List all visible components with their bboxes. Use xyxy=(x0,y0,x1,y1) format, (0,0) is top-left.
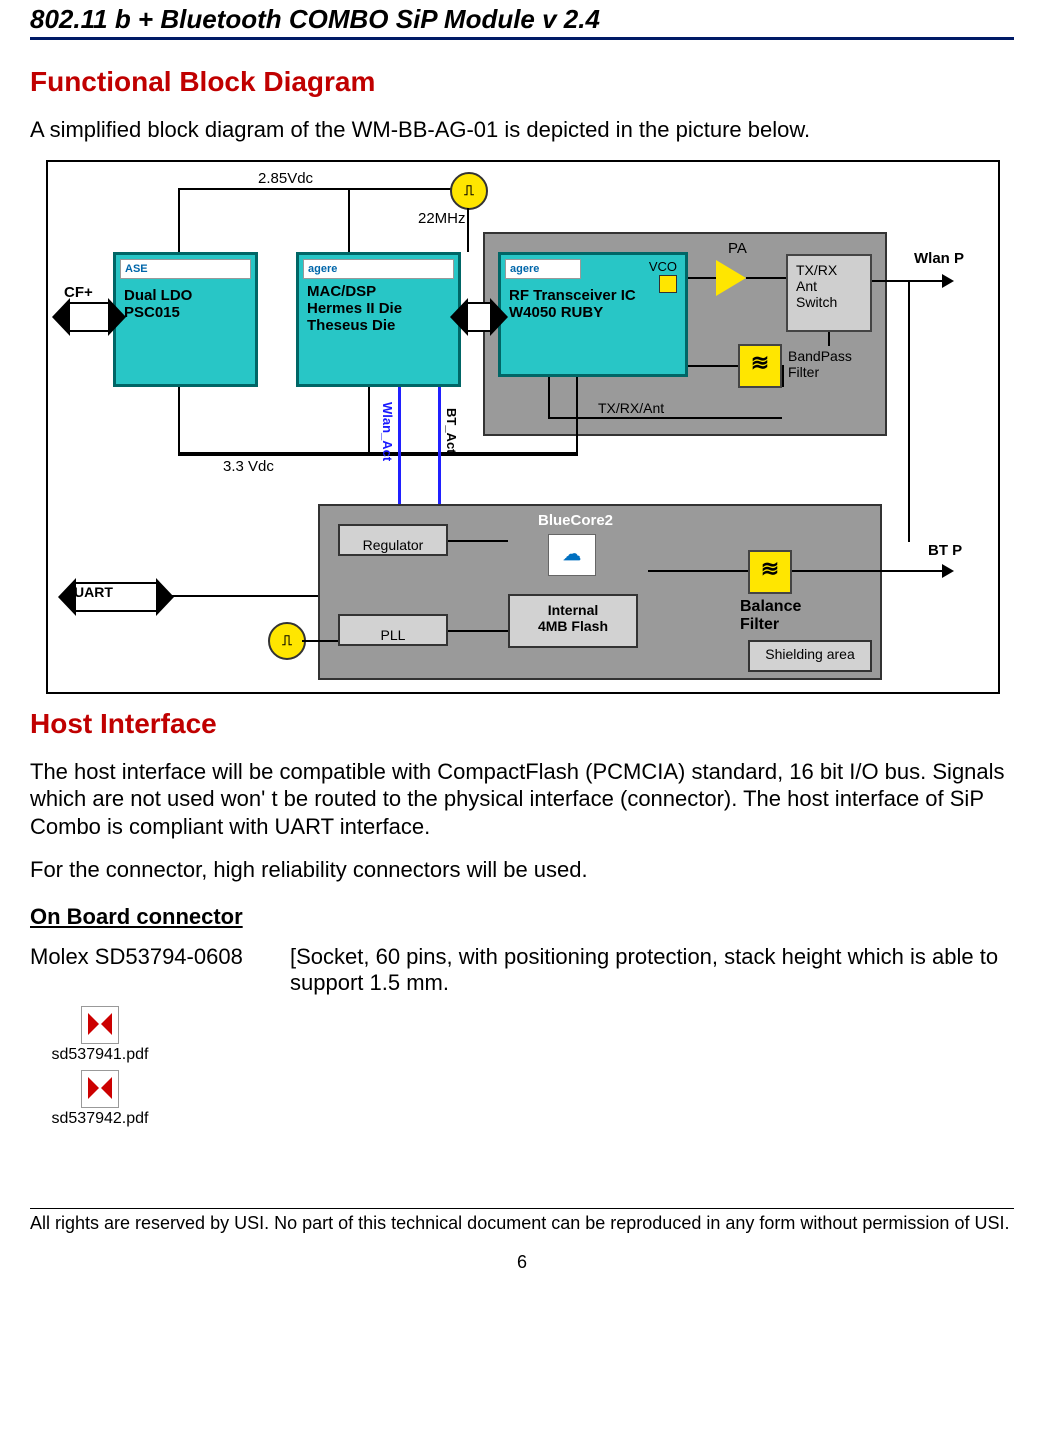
connector-name: Molex SD53794-0608 xyxy=(30,944,290,996)
block-pll: PLL xyxy=(338,614,448,646)
sub-onboard-connector: On Board connector xyxy=(30,904,1014,930)
block-ant-switch: TX/RX Ant Switch xyxy=(786,254,872,332)
pdf-icon xyxy=(81,1006,119,1044)
label-bt-act: BT_Act xyxy=(444,408,459,454)
label-bandpass: BandPass Filter xyxy=(788,348,852,380)
block-flash: Internal 4MB Flash xyxy=(508,594,638,648)
page-number: 6 xyxy=(30,1252,1014,1273)
label-shielding-area: Shielding area xyxy=(748,640,872,672)
block-regulator: Regulator xyxy=(338,524,448,556)
label-bt-p: BT P xyxy=(928,542,962,559)
mac-logo: agere xyxy=(303,259,454,279)
intro-text: A simplified block diagram of the WM-BB-… xyxy=(30,116,1014,144)
oscillator-icon-2: ⎍ xyxy=(268,622,306,660)
attachment-pdf-1[interactable]: sd537941.pdf xyxy=(40,1006,160,1064)
csr-logo-icon: ☁ xyxy=(563,544,581,565)
attachment-pdf-2[interactable]: sd537942.pdf xyxy=(40,1070,160,1128)
block-rf-transceiver: agere VCO RF Transceiver IC W4050 RUBY xyxy=(498,252,688,377)
block-mac-dsp: agere MAC/DSP Hermes II Die Theseus Die xyxy=(296,252,461,387)
label-22mhz: 22MHz xyxy=(418,210,466,227)
arrow-mac-rf xyxy=(466,302,492,332)
label-balance-filter: Balance Filter xyxy=(740,598,801,634)
section-title-host: Host Interface xyxy=(30,708,1014,740)
pdf-icon xyxy=(81,1070,119,1108)
attachment-label: sd537941.pdf xyxy=(52,1046,149,1064)
connector-desc: [Socket, 60 pins, with positioning prote… xyxy=(290,944,1014,996)
pa-icon xyxy=(716,260,746,296)
label-bluecore: BlueCore2 xyxy=(538,512,613,529)
bandpass-filter-icon xyxy=(738,344,782,388)
label-uart: UART xyxy=(74,584,113,600)
section-title-functional: Functional Block Diagram xyxy=(30,66,1014,98)
label-285v: 2.85Vdc xyxy=(258,170,313,187)
arrow-cfplus xyxy=(68,302,110,332)
label-wlan-p: Wlan P xyxy=(914,250,964,267)
label-pa: PA xyxy=(728,240,747,257)
block-diagram: 2.85Vdc ⎍ 22MHz ASE Dual LDO PSC015 ager… xyxy=(46,160,1000,694)
host-para1: The host interface will be compatible wi… xyxy=(30,758,1014,841)
host-para2: For the connector, high reliability conn… xyxy=(30,856,1014,884)
rf-logo: agere xyxy=(505,259,581,279)
label-cfplus: CF+ xyxy=(64,284,93,301)
label-txrxant: TX/RX/Ant xyxy=(598,400,664,416)
oscillator-icon: ⎍ xyxy=(450,172,488,210)
doc-title: 802.11 b + Bluetooth COMBO SiP Module v … xyxy=(30,4,1014,40)
block-dual-ldo: ASE Dual LDO PSC015 xyxy=(113,252,258,387)
balance-filter-icon xyxy=(748,550,792,594)
attachment-label: sd537942.pdf xyxy=(52,1110,149,1128)
label-33v: 3.3 Vdc xyxy=(223,458,274,475)
footer-text: All rights are reserved by USI. No part … xyxy=(30,1208,1014,1234)
label-wlan-act: Wlan_Act xyxy=(380,402,395,461)
ldo-logo: ASE xyxy=(120,259,251,279)
